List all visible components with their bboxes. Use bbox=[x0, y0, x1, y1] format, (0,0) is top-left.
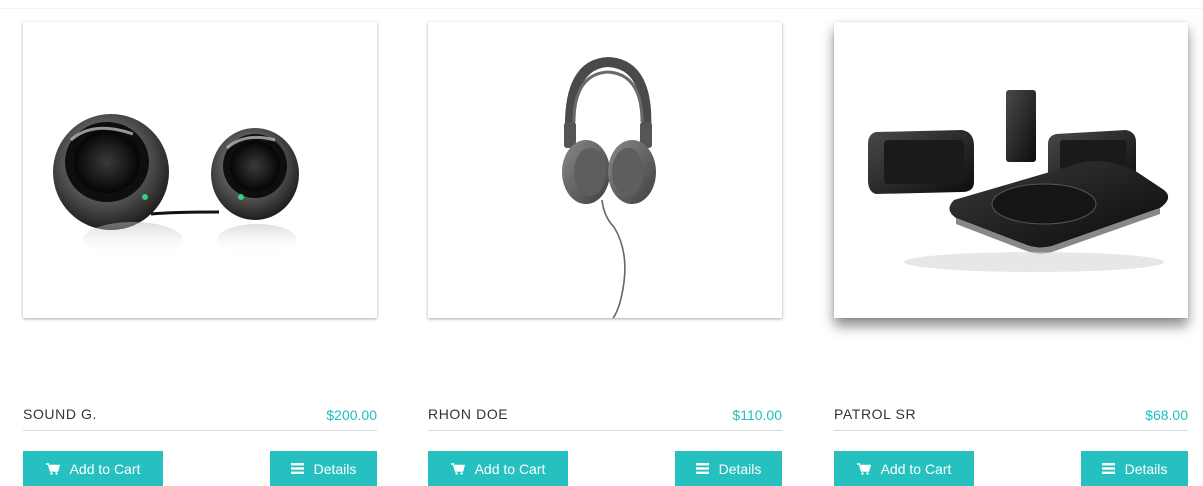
product-price: $68.00 bbox=[1145, 407, 1188, 423]
details-label: Details bbox=[718, 460, 762, 477]
add-to-cart-button[interactable]: Add to Cart bbox=[834, 451, 974, 486]
details-label: Details bbox=[313, 460, 357, 477]
add-to-cart-label: Add to Cart bbox=[69, 460, 141, 477]
product-name[interactable]: RHON DOE bbox=[428, 406, 508, 422]
list-icon bbox=[290, 463, 304, 474]
details-button[interactable]: Details bbox=[270, 451, 377, 486]
headphones-icon bbox=[562, 56, 656, 318]
details-button[interactable]: Details bbox=[675, 451, 782, 486]
speakers-icon bbox=[53, 114, 299, 258]
product-info-row: SOUND G. $200.00 bbox=[23, 400, 377, 431]
product-card: SOUND G. $200.00 Add to Cart Details bbox=[23, 0, 377, 486]
details-button[interactable]: Details bbox=[1081, 451, 1188, 486]
details-label: Details bbox=[1124, 460, 1168, 477]
list-icon bbox=[695, 463, 709, 474]
product-price: $110.00 bbox=[732, 407, 782, 423]
product-card: RHON DOE $110.00 Add to Cart Details bbox=[428, 0, 782, 486]
cart-icon bbox=[45, 462, 60, 475]
product-image[interactable] bbox=[834, 22, 1188, 318]
product-grid-page: SOUND G. $200.00 Add to Cart Details RHO… bbox=[0, 0, 1203, 486]
add-to-cart-label: Add to Cart bbox=[880, 460, 952, 477]
add-to-cart-button[interactable]: Add to Cart bbox=[428, 451, 568, 486]
product-image[interactable] bbox=[428, 22, 782, 318]
product-card: PATROL SR $68.00 Add to Cart Details bbox=[834, 0, 1188, 486]
add-to-cart-label: Add to Cart bbox=[474, 460, 546, 477]
cart-icon bbox=[450, 462, 465, 475]
product-info-row: RHON DOE $110.00 bbox=[428, 400, 782, 431]
product-info-row: PATROL SR $68.00 bbox=[834, 400, 1188, 431]
list-icon bbox=[1101, 463, 1115, 474]
product-image[interactable] bbox=[23, 22, 377, 318]
product-name[interactable]: PATROL SR bbox=[834, 406, 916, 422]
home-theater-icon bbox=[868, 90, 1169, 272]
add-to-cart-button[interactable]: Add to Cart bbox=[23, 451, 163, 486]
cart-icon bbox=[856, 462, 871, 475]
product-name[interactable]: SOUND G. bbox=[23, 406, 97, 422]
product-price: $200.00 bbox=[326, 407, 377, 423]
